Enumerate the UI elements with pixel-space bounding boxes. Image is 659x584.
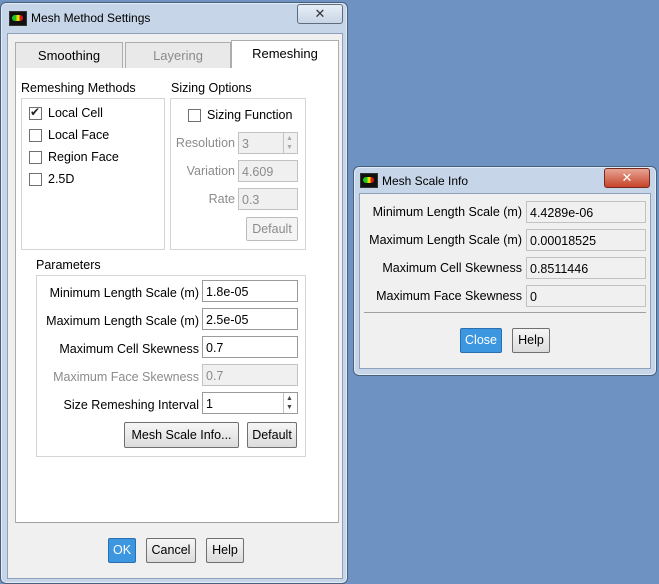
cancel-button[interactable]: Cancel bbox=[146, 538, 196, 563]
sizing-function-checkbox[interactable] bbox=[188, 109, 201, 122]
spin-arrows-icon[interactable]: ▲ ▼ bbox=[283, 133, 297, 153]
info-separator bbox=[364, 312, 646, 313]
sizing-options-title: Sizing Options bbox=[171, 81, 252, 95]
rate-field[interactable]: 0.3 bbox=[238, 188, 298, 210]
remeshing-methods-group bbox=[21, 98, 165, 250]
size-remeshing-interval-label: Size Remeshing Interval bbox=[63, 398, 199, 412]
info-close-button[interactable]: Close bbox=[460, 328, 502, 353]
info-client-area: Minimum Length Scale (m) 4.4289e-06 Maxi… bbox=[359, 193, 651, 369]
info-max-cell-skewness-value: 0.8511446 bbox=[526, 257, 646, 279]
region-face-label: Region Face bbox=[48, 150, 119, 164]
footer-separator bbox=[16, 522, 338, 523]
info-max-cell-skewness-label: Maximum Cell Skewness bbox=[382, 261, 522, 275]
local-cell-label: Local Cell bbox=[48, 106, 103, 120]
info-min-length-label: Minimum Length Scale (m) bbox=[372, 205, 522, 219]
info-max-face-skewness-value: 0 bbox=[526, 285, 646, 307]
dialog-title: Mesh Method Settings bbox=[31, 11, 151, 25]
2-5d-label: 2.5D bbox=[48, 172, 75, 186]
max-cell-skewness-field[interactable]: 0.7 bbox=[202, 336, 298, 358]
resolution-spinner[interactable]: 3 ▲ ▼ bbox=[238, 132, 298, 154]
app-icon bbox=[9, 11, 27, 26]
parameters-default-button[interactable]: Default bbox=[247, 422, 297, 448]
remeshing-methods-title: Remeshing Methods bbox=[21, 81, 136, 95]
close-icon[interactable]: ✕ bbox=[297, 4, 343, 24]
variation-label: Variation bbox=[186, 164, 235, 178]
resolution-value: 3 bbox=[242, 137, 249, 151]
mesh-method-settings-dialog: Mesh Method Settings ✕ Smoothing Layerin… bbox=[0, 2, 348, 584]
info-dialog-title: Mesh Scale Info bbox=[382, 174, 469, 188]
size-remeshing-interval-value: 1 bbox=[206, 397, 213, 411]
local-face-checkbox[interactable] bbox=[29, 129, 42, 142]
mesh-scale-info-dialog: Mesh Scale Info ✕ Minimum Length Scale (… bbox=[353, 166, 657, 376]
rate-label: Rate bbox=[208, 192, 235, 206]
info-help-button[interactable]: Help bbox=[512, 328, 550, 353]
info-max-face-skewness-label: Maximum Face Skewness bbox=[376, 289, 522, 303]
parameters-title: Parameters bbox=[36, 258, 101, 272]
close-icon[interactable]: ✕ bbox=[604, 168, 650, 188]
help-button[interactable]: Help bbox=[206, 538, 244, 563]
info-min-length-value: 4.4289e-06 bbox=[526, 201, 646, 223]
size-remeshing-interval-spinner[interactable]: 1 ▲ ▼ bbox=[202, 392, 298, 414]
region-face-checkbox[interactable] bbox=[29, 151, 42, 164]
max-length-scale-label: Maximum Length Scale (m) bbox=[46, 314, 199, 328]
max-face-skewness-field[interactable]: 0.7 bbox=[202, 364, 298, 386]
variation-field[interactable]: 4.609 bbox=[238, 160, 298, 182]
tab-smoothing[interactable]: Smoothing bbox=[15, 42, 123, 70]
max-face-skewness-label: Maximum Face Skewness bbox=[53, 370, 199, 384]
2-5d-checkbox[interactable] bbox=[29, 173, 42, 186]
max-cell-skewness-label: Maximum Cell Skewness bbox=[59, 342, 199, 356]
tab-layering[interactable]: Layering bbox=[125, 42, 231, 70]
dialog-client-area: Smoothing Layering Remeshing Remeshing M… bbox=[7, 33, 343, 579]
info-max-length-label: Maximum Length Scale (m) bbox=[369, 233, 522, 247]
min-length-scale-field[interactable]: 1.8e-05 bbox=[202, 280, 298, 302]
local-cell-checkbox[interactable] bbox=[29, 105, 42, 120]
spin-arrows-icon[interactable]: ▲ ▼ bbox=[283, 393, 297, 413]
local-face-label: Local Face bbox=[48, 128, 110, 142]
ok-button[interactable]: OK bbox=[108, 538, 136, 563]
min-length-scale-label: Minimum Length Scale (m) bbox=[49, 286, 199, 300]
mesh-scale-info-button[interactable]: Mesh Scale Info... bbox=[124, 422, 239, 448]
tab-remeshing[interactable]: Remeshing bbox=[231, 40, 339, 69]
info-max-length-value: 0.00018525 bbox=[526, 229, 646, 251]
title-bar[interactable]: Mesh Method Settings ✕ bbox=[1, 3, 347, 33]
resolution-label: Resolution bbox=[175, 136, 235, 150]
sizing-default-button[interactable]: Default bbox=[246, 217, 298, 241]
max-length-scale-field[interactable]: 2.5e-05 bbox=[202, 308, 298, 330]
app-icon bbox=[360, 173, 378, 188]
sizing-function-label: Sizing Function bbox=[207, 108, 293, 122]
